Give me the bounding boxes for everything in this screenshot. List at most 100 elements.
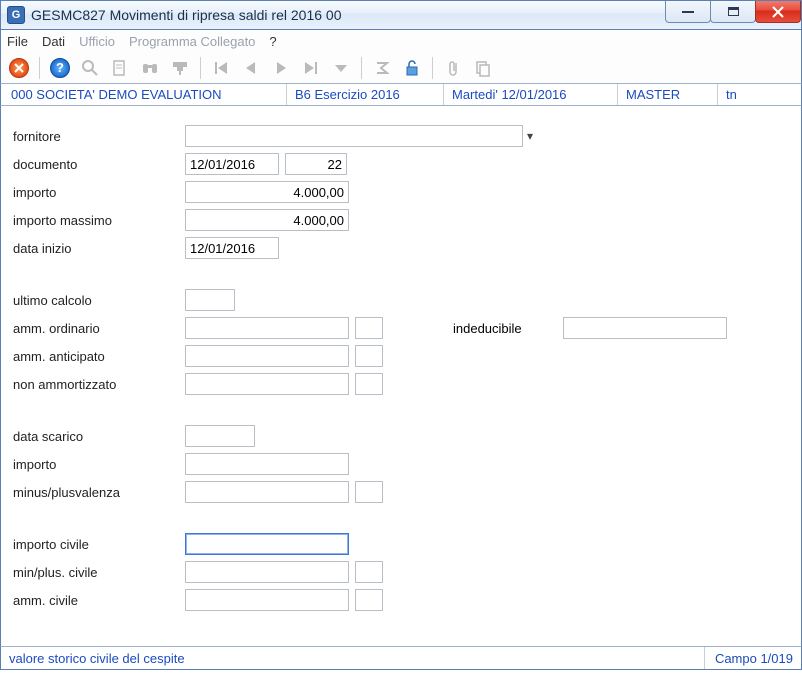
- app-icon: G: [7, 6, 25, 24]
- attach-button: [441, 56, 465, 80]
- document-icon: [111, 59, 129, 77]
- dropdown-nav-button: [329, 56, 353, 80]
- menu-file[interactable]: File: [7, 34, 28, 49]
- search-icon: [81, 59, 99, 77]
- fornitore-field[interactable]: [185, 125, 523, 147]
- info-exercise: B6 Esercizio 2016: [289, 84, 444, 105]
- nav-first-button: [209, 56, 233, 80]
- filter-icon: [171, 59, 189, 77]
- nav-last-button: [299, 56, 323, 80]
- importo-field[interactable]: [185, 181, 349, 203]
- importo-civile-field[interactable]: [185, 533, 349, 555]
- fornitore-dropdown[interactable]: ▾: [523, 125, 537, 147]
- menu-programma[interactable]: Programma Collegato: [129, 34, 255, 49]
- help-icon: ?: [50, 58, 70, 78]
- info-date: Martedi' 12/01/2016: [446, 84, 618, 105]
- nav-next-icon: [273, 60, 289, 76]
- paperclip-icon: [445, 59, 461, 77]
- chevron-down-icon: [333, 60, 349, 76]
- close-icon: [772, 6, 784, 18]
- nav-prev-button: [239, 56, 263, 80]
- label-importo-civile: importo civile: [13, 537, 185, 552]
- non-ammortizzato-flag-field[interactable]: [355, 373, 383, 395]
- nav-prev-icon: [243, 60, 259, 76]
- minus-plus-field[interactable]: [185, 481, 349, 503]
- info-terminal: tn: [720, 84, 743, 105]
- nav-first-icon: [213, 60, 229, 76]
- importo-massimo-field[interactable]: [185, 209, 349, 231]
- toolbar-separator: [361, 57, 362, 79]
- label-fornitore: fornitore: [13, 129, 185, 144]
- amm-ordinario-flag-field[interactable]: [355, 317, 383, 339]
- cancel-button[interactable]: [7, 56, 31, 80]
- filter-button: [168, 56, 192, 80]
- window-minimize-button[interactable]: [665, 1, 711, 23]
- menu-dati[interactable]: Dati: [42, 34, 65, 49]
- label-importo: importo: [13, 185, 185, 200]
- label-ultimo-calcolo: ultimo calcolo: [13, 293, 185, 308]
- amm-civile-field[interactable]: [185, 589, 349, 611]
- cancel-icon: [9, 58, 29, 78]
- window-title: GESMC827 Movimenti di ripresa saldi rel …: [31, 7, 341, 23]
- label-amm-anticipato: amm. anticipato: [13, 349, 185, 364]
- label-indeducibile: indeducibile: [453, 321, 563, 336]
- indeducibile-field[interactable]: [563, 317, 727, 339]
- window-titlebar: G GESMC827 Movimenti di ripresa saldi re…: [0, 0, 802, 30]
- amm-anticipato-field[interactable]: [185, 345, 349, 367]
- maximize-icon: [728, 7, 739, 16]
- min-plus-civile-flag-field[interactable]: [355, 561, 383, 583]
- form-area: fornitore ▾ documento importo importo ma…: [0, 106, 802, 646]
- unlock-icon: [403, 59, 421, 77]
- label-importo-massimo: importo massimo: [13, 213, 185, 228]
- menu-help[interactable]: ?: [269, 34, 276, 49]
- status-bar: valore storico civile del cespite Campo …: [0, 646, 802, 670]
- toolbar-separator: [200, 57, 201, 79]
- binoculars-button: [138, 56, 162, 80]
- copy-button: [471, 56, 495, 80]
- min-plus-civile-field[interactable]: [185, 561, 349, 583]
- menu-ufficio[interactable]: Ufficio: [79, 34, 115, 49]
- documento-num-field[interactable]: [285, 153, 347, 175]
- status-campo: Campo 1/019: [704, 647, 793, 669]
- unlock-button[interactable]: [400, 56, 424, 80]
- minus-plus-flag-field[interactable]: [355, 481, 383, 503]
- ultimo-calcolo-field[interactable]: [185, 289, 235, 311]
- info-company: 000 SOCIETA' DEMO EVALUATION: [5, 84, 287, 105]
- label-min-plus-civile: min/plus. civile: [13, 565, 185, 580]
- label-data-inizio: data inizio: [13, 241, 185, 256]
- importo2-field[interactable]: [185, 453, 349, 475]
- toolbar-separator: [432, 57, 433, 79]
- help-button[interactable]: ?: [48, 56, 72, 80]
- nav-last-icon: [303, 60, 319, 76]
- amm-civile-flag-field[interactable]: [355, 589, 383, 611]
- menu-bar: File Dati Ufficio Programma Collegato ?: [0, 30, 802, 52]
- toolbar-separator: [39, 57, 40, 79]
- sigma-icon: [374, 60, 390, 76]
- info-user: MASTER: [620, 84, 718, 105]
- label-importo2: importo: [13, 457, 185, 472]
- label-amm-ordinario: amm. ordinario: [13, 321, 185, 336]
- label-data-scarico: data scarico: [13, 429, 185, 444]
- data-scarico-field[interactable]: [185, 425, 255, 447]
- window-close-button[interactable]: [755, 1, 801, 23]
- status-hint: valore storico civile del cespite: [9, 651, 185, 666]
- binoculars-icon: [141, 59, 159, 77]
- search-button: [78, 56, 102, 80]
- window-maximize-button[interactable]: [710, 1, 756, 23]
- documento-date-field[interactable]: [185, 153, 279, 175]
- info-bar: 000 SOCIETA' DEMO EVALUATION B6 Esercizi…: [0, 84, 802, 106]
- copy-icon: [474, 59, 492, 77]
- amm-ordinario-field[interactable]: [185, 317, 349, 339]
- label-amm-civile: amm. civile: [13, 593, 185, 608]
- document-button: [108, 56, 132, 80]
- toolbar: ?: [0, 52, 802, 84]
- label-non-ammortizzato: non ammortizzato: [13, 377, 185, 392]
- amm-anticipato-flag-field[interactable]: [355, 345, 383, 367]
- sum-button: [370, 56, 394, 80]
- data-inizio-field[interactable]: [185, 237, 279, 259]
- label-documento: documento: [13, 157, 185, 172]
- nav-next-button: [269, 56, 293, 80]
- label-minus-plus: minus/plusvalenza: [13, 485, 185, 500]
- minimize-icon: [682, 11, 694, 13]
- non-ammortizzato-field[interactable]: [185, 373, 349, 395]
